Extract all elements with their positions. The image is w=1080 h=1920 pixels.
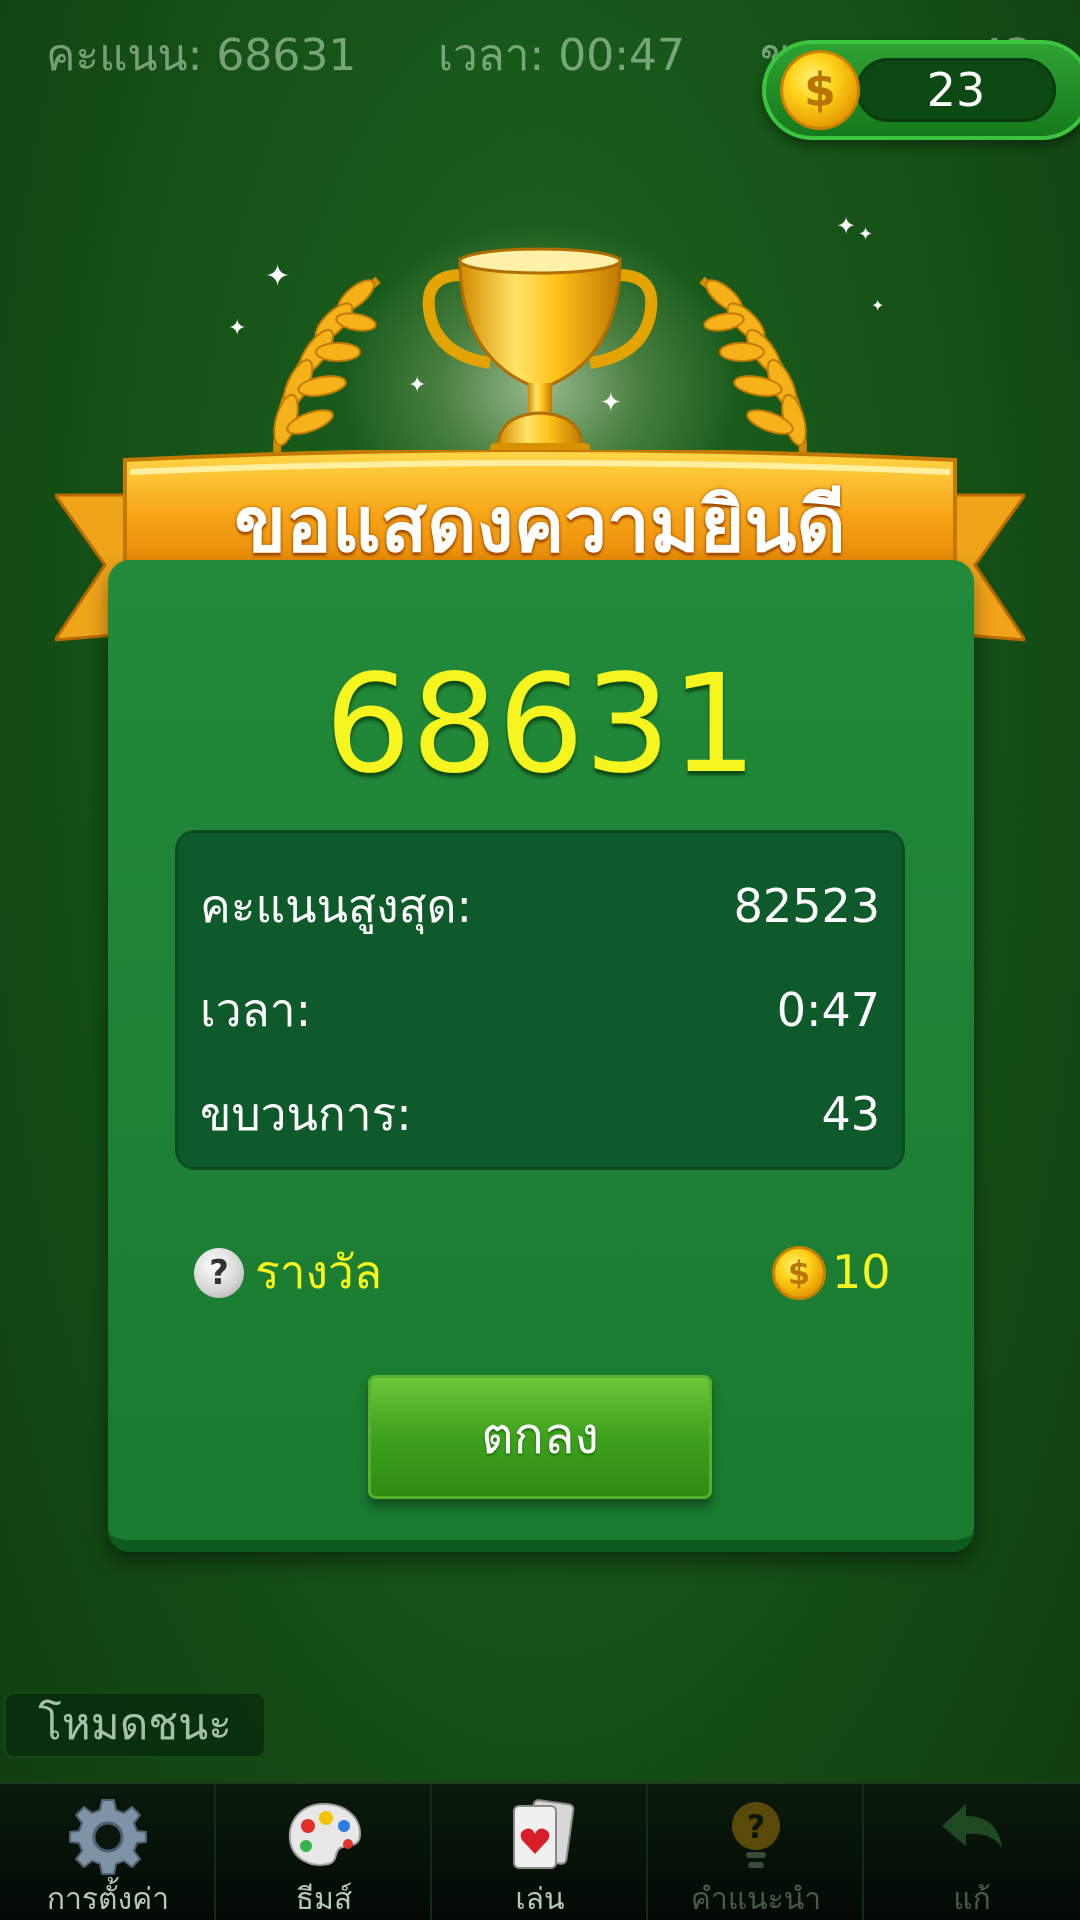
dollar-coin-icon: $ <box>772 1246 826 1300</box>
undo-arrow-icon <box>942 1804 1002 1848</box>
dialog-title: ขอแสดงความยินดี <box>234 480 846 569</box>
sparkle-icon: ✦ <box>836 212 857 240</box>
sparkle-icon: ✦ <box>858 224 874 245</box>
stat-value: 82523 <box>733 879 880 933</box>
stat-value: 0:47 <box>776 983 880 1037</box>
left-laurel-icon <box>273 276 381 466</box>
nav-label: ธีมส์ <box>295 1882 353 1917</box>
nav-label: คำแนะนำ <box>690 1882 822 1917</box>
coin-balance-pill[interactable]: $ 23 <box>762 40 1080 140</box>
stat-row-time: เวลา: 0:47 <box>200 980 880 1040</box>
nav-label: แก้ <box>953 1882 991 1917</box>
svg-text:?: ? <box>747 1808 766 1846</box>
win-mode-button[interactable]: โหมดชนะ <box>4 1692 266 1758</box>
sparkle-icon: ✦ <box>871 296 885 315</box>
palette-icon <box>288 1802 362 1866</box>
bottom-nav: การตั้งค่า ธีมส์ เล่น ? คำแนะนำ แก้ <box>0 1782 1080 1920</box>
cards-icon <box>513 1799 575 1869</box>
status-score: คะแนน: 68631 <box>46 30 357 81</box>
reward-value: 10 <box>832 1245 891 1299</box>
nav-label: การตั้งค่า <box>46 1882 170 1917</box>
hint-bulb-icon: ? <box>732 1802 780 1868</box>
coin-balance-value: 23 <box>926 63 986 117</box>
stat-label: ขบวนการ: <box>200 1087 412 1141</box>
stat-row-moves: ขบวนการ: 43 <box>200 1084 880 1144</box>
nav-undo[interactable]: แก้ <box>864 1784 1080 1920</box>
stat-label: คะแนนสูงสุด: <box>200 879 473 933</box>
nav-themes[interactable]: ธีมส์ <box>216 1784 432 1920</box>
right-laurel-icon <box>699 276 807 466</box>
trophy-icon <box>422 247 658 457</box>
reward-label: รางวัล <box>255 1245 383 1299</box>
stat-row-high-score: คะแนนสูงสุด: 82523 <box>200 876 880 936</box>
ok-button[interactable]: ตกลง <box>368 1375 712 1499</box>
gear-icon <box>69 1799 147 1875</box>
nav-label: เล่น <box>515 1882 565 1917</box>
nav-hint[interactable]: ? คำแนะนำ <box>648 1784 864 1920</box>
stat-value: 43 <box>821 1087 880 1141</box>
dollar-coin-icon: $ <box>780 50 860 130</box>
nav-play[interactable]: เล่น <box>432 1784 648 1920</box>
stat-label: เวลา: <box>200 983 312 1037</box>
final-score: 68631 <box>324 646 758 804</box>
help-icon[interactable]: ? <box>194 1248 244 1298</box>
nav-settings[interactable]: การตั้งค่า <box>0 1784 216 1920</box>
status-time: เวลา: 00:47 <box>438 30 686 81</box>
